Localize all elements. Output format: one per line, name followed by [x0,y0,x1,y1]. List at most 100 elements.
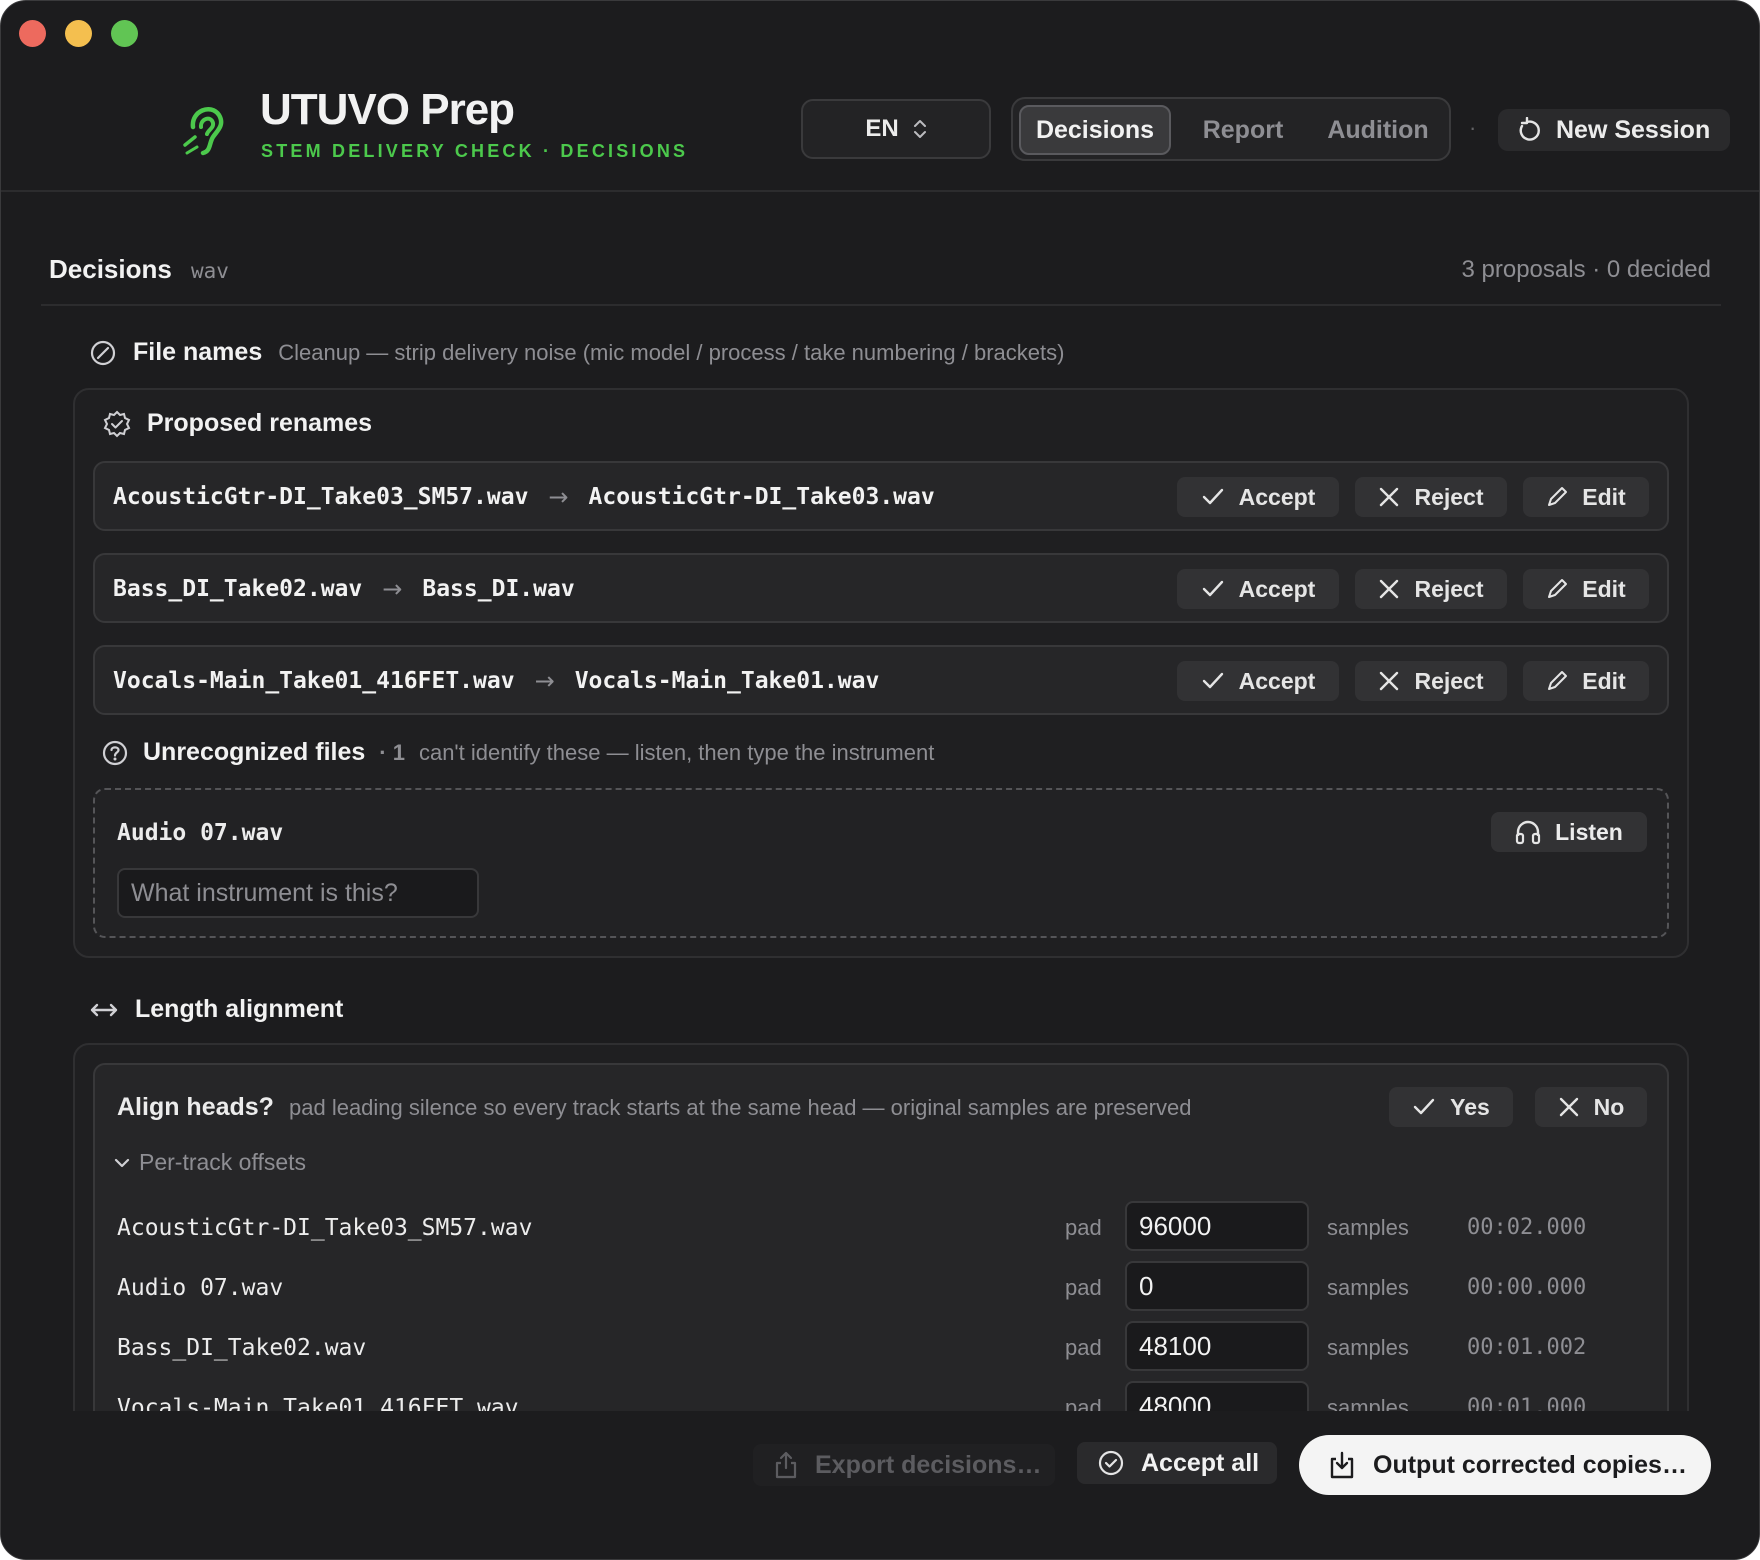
no-label: No [1593,1093,1625,1120]
proposed-filename: Bass_DI.wav [422,576,575,602]
accept-all-button[interactable]: Accept all [1077,1442,1277,1484]
tab-report[interactable]: Report [1183,105,1303,155]
arrow-right-icon: → [548,483,569,511]
offset-timecode: 00:00.000 [1467,1275,1587,1300]
page-title: Decisions [49,254,172,284]
offset-row: Bass_DI_Take02.wav pad samples 00:01.002 [95,1321,1667,1375]
accept-label: Accept [1238,483,1316,510]
edit-label: Edit [1582,575,1626,602]
accept-button[interactable]: Accept [1177,477,1339,517]
x-icon [1380,487,1399,507]
download-tray-icon [1330,1451,1354,1479]
check-icon [1202,672,1223,689]
file-names-header: File names Cleanup — strip delivery nois… [89,338,1064,367]
pencil-icon [1548,487,1568,506]
reject-button[interactable]: Reject [1355,661,1507,701]
tab-audition[interactable]: Audition [1313,105,1443,155]
check-circle-icon [1098,1450,1124,1476]
file-names-title: File names [133,338,263,366]
pad-samples-input[interactable] [1125,1201,1309,1251]
rename-pair: Vocals-Main_Take01_416FET.wav → Vocals-M… [113,667,879,695]
align-heads-description: pad leading silence so every track start… [289,1095,1192,1120]
rename-row: Bass_DI_Take02.wav → Bass_DI.wav Accept … [93,553,1669,623]
check-icon [1413,1098,1435,1115]
pad-samples-input[interactable] [1125,1261,1309,1311]
accept-all-label: Accept all [1141,1448,1260,1477]
instrument-input[interactable] [117,868,479,918]
x-icon [1559,1097,1578,1117]
new-session-label: New Session [1556,115,1711,144]
reject-label: Reject [1414,575,1484,602]
language-label: EN [865,115,899,142]
x-icon [1380,671,1399,691]
length-alignment-header: Length alignment [89,995,343,1024]
rename-row: AcousticGtr-DI_Take03_SM57.wav → Acousti… [93,461,1669,531]
pad-label: pad [1065,1335,1102,1360]
original-filename: AcousticGtr-DI_Take03_SM57.wav [113,484,529,510]
output-corrected-copies-button[interactable]: Output corrected copies… [1299,1435,1711,1495]
restart-icon [1516,117,1542,143]
rename-pair: AcousticGtr-DI_Take03_SM57.wav → Acousti… [113,483,935,511]
pencil-icon [1548,579,1568,598]
edit-button[interactable]: Edit [1523,569,1649,609]
footer-bar: Export decisions… Accept all Output corr… [1,1411,1759,1559]
app-title: UTUVO Prep [260,85,515,134]
app-subtitle: STEM DELIVERY CHECK · DECISIONS [261,141,689,161]
samples-unit: samples [1327,1215,1409,1240]
listen-label: Listen [1555,818,1623,845]
unrecognized-filename: Audio 07.wav [117,820,284,846]
offset-filename: AcousticGtr-DI_Take03_SM57.wav [117,1215,533,1241]
accept-button[interactable]: Accept [1177,569,1339,609]
edit-button[interactable]: Edit [1523,477,1649,517]
listen-button[interactable]: Listen [1491,812,1647,852]
proposed-renames-title: Proposed renames [147,409,373,437]
reject-button[interactable]: Reject [1355,477,1507,517]
edit-label: Edit [1582,667,1626,694]
export-decisions-button[interactable]: Export decisions… [753,1444,1055,1486]
arrow-right-icon: → [534,667,555,695]
offset-row: Audio 07.wav pad samples 00:00.000 [95,1261,1667,1315]
up-down-chevron-icon [913,118,927,140]
accept-label: Accept [1238,575,1316,602]
yes-button[interactable]: Yes [1389,1087,1513,1127]
offset-timecode: 00:01.002 [1467,1335,1587,1360]
offset-row: AcousticGtr-DI_Take03_SM57.wav pad sampl… [95,1201,1667,1255]
question-circle-icon [101,739,129,767]
view-tabs: Decisions Report Audition [1011,97,1451,161]
language-selector[interactable]: EN [801,99,991,159]
new-session-button[interactable]: New Session [1498,109,1730,151]
file-names-description: Cleanup — strip delivery noise (mic mode… [278,339,1065,365]
reject-label: Reject [1414,483,1484,510]
proposed-filename: Vocals-Main_Take01.wav [574,668,880,694]
rename-row: Vocals-Main_Take01_416FET.wav → Vocals-M… [93,645,1669,715]
x-icon [1380,579,1399,599]
samples-unit: samples [1327,1335,1409,1360]
edit-button[interactable]: Edit [1523,661,1649,701]
slash-circle-icon [89,339,117,367]
proposed-filename: AcousticGtr-DI_Take03.wav [588,484,935,510]
pad-samples-input[interactable] [1125,1321,1309,1371]
chevron-down-icon [114,1158,130,1167]
unrecognized-title: Unrecognized files [143,738,366,766]
edit-label: Edit [1582,483,1626,510]
pad-label: pad [1065,1275,1102,1300]
headphones-icon [1516,820,1541,845]
header-separator: · [1469,115,1477,140]
reject-label: Reject [1414,667,1484,694]
unrecognized-description: can't identify these — listen, then type… [418,739,935,765]
left-right-arrow-icon [89,998,119,1022]
align-heads-question: Align heads? [117,1093,274,1121]
accept-label: Accept [1238,667,1316,694]
per-track-offsets-toggle[interactable]: Per-track offsets [113,1149,306,1176]
accept-button[interactable]: Accept [1177,661,1339,701]
length-alignment-title: Length alignment [135,995,344,1023]
share-icon [775,1451,797,1479]
yes-label: Yes [1450,1093,1490,1120]
pad-label: pad [1065,1215,1102,1240]
export-decisions-label: Export decisions… [815,1450,1042,1479]
decision-summary: 3 proposals · 0 decided [1461,256,1712,283]
proposed-renames-header: Proposed renames [103,409,372,438]
tab-decisions[interactable]: Decisions [1019,105,1171,155]
no-button[interactable]: No [1535,1087,1647,1127]
reject-button[interactable]: Reject [1355,569,1507,609]
